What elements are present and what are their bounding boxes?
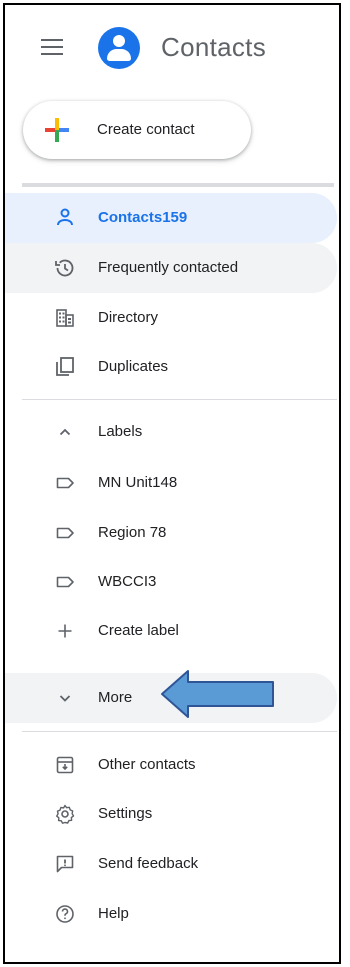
nav-label-send-feedback: Send feedback <box>98 855 199 872</box>
help-icon <box>56 905 74 923</box>
create-contact-label: Create contact <box>97 121 195 138</box>
label-tag-icon <box>56 477 74 489</box>
labels-section-toggle[interactable]: Labels <box>5 407 337 457</box>
contacts-sidebar: Contacts Create contact Contacts159 Freq… <box>3 3 341 964</box>
hamburger-menu-icon[interactable] <box>41 39 63 57</box>
more-label: More <box>98 689 133 706</box>
label-item-region-7[interactable]: Region 78 <box>5 508 337 558</box>
nav-label-help: Help <box>98 905 129 922</box>
nav-item-frequently-contacted[interactable]: Frequently contacted <box>5 243 337 293</box>
contacts-count: 159 <box>162 209 188 226</box>
nav-label-directory: Directory <box>98 309 159 326</box>
nav-label-frequently-contacted: Frequently contacted <box>98 259 239 276</box>
label-item-text: Region 78 <box>98 524 166 541</box>
colorful-plus-icon <box>45 118 69 142</box>
duplicates-icon <box>56 357 74 376</box>
nav-label-other-contacts: Other contacts <box>98 756 196 773</box>
create-label-button[interactable]: Create label <box>5 606 337 656</box>
label-tag-icon <box>56 527 74 539</box>
labels-section-label: Labels <box>98 423 143 440</box>
nav-item-directory[interactable]: Directory <box>5 293 337 343</box>
label-name: Region 7 <box>98 524 159 541</box>
chevron-down-icon <box>59 695 71 702</box>
nav-item-send-feedback[interactable]: Send feedback <box>5 839 337 889</box>
contacts-label: Contacts <box>98 209 163 226</box>
archive-download-icon <box>56 756 74 774</box>
label-name: WBCCI <box>98 573 148 590</box>
nav-item-other-contacts[interactable]: Other contacts <box>5 740 337 790</box>
scroll-shadow <box>22 183 334 187</box>
create-label-text: Create label <box>98 622 179 639</box>
app-title: Contacts <box>161 32 267 62</box>
label-item-wbcci[interactable]: WBCCI3 <box>5 557 337 607</box>
label-item-text: WBCCI3 <box>98 573 156 590</box>
nav-item-contacts[interactable]: Contacts159 <box>5 193 337 243</box>
label-item-mn-unit[interactable]: MN Unit148 <box>5 458 337 508</box>
create-contact-button[interactable]: Create contact <box>23 101 251 159</box>
label-count: 8 <box>158 524 167 541</box>
nav-label-duplicates: Duplicates <box>98 358 169 375</box>
nav-item-duplicates[interactable]: Duplicates <box>5 342 337 392</box>
nav-label-contacts: Contacts159 <box>98 209 187 226</box>
divider <box>22 399 337 400</box>
feedback-icon <box>56 855 74 873</box>
nav-label-settings: Settings <box>98 805 153 822</box>
nav-item-help[interactable]: Help <box>5 889 337 939</box>
history-icon <box>55 259 74 277</box>
divider <box>22 731 337 732</box>
label-count: 3 <box>148 573 157 590</box>
label-tag-icon <box>56 576 74 588</box>
chevron-up-icon <box>59 428 71 436</box>
label-count: 148 <box>152 474 178 491</box>
contacts-logo-icon <box>98 27 140 69</box>
label-item-text: MN Unit148 <box>98 474 177 491</box>
app-header: Contacts <box>5 5 339 95</box>
person-icon <box>57 208 73 226</box>
gear-icon <box>56 804 75 824</box>
plus-icon <box>58 624 72 638</box>
annotation-arrow <box>161 670 274 718</box>
label-name: MN Unit <box>98 474 153 491</box>
nav-item-settings[interactable]: Settings <box>5 789 337 839</box>
directory-building-icon <box>56 309 74 327</box>
